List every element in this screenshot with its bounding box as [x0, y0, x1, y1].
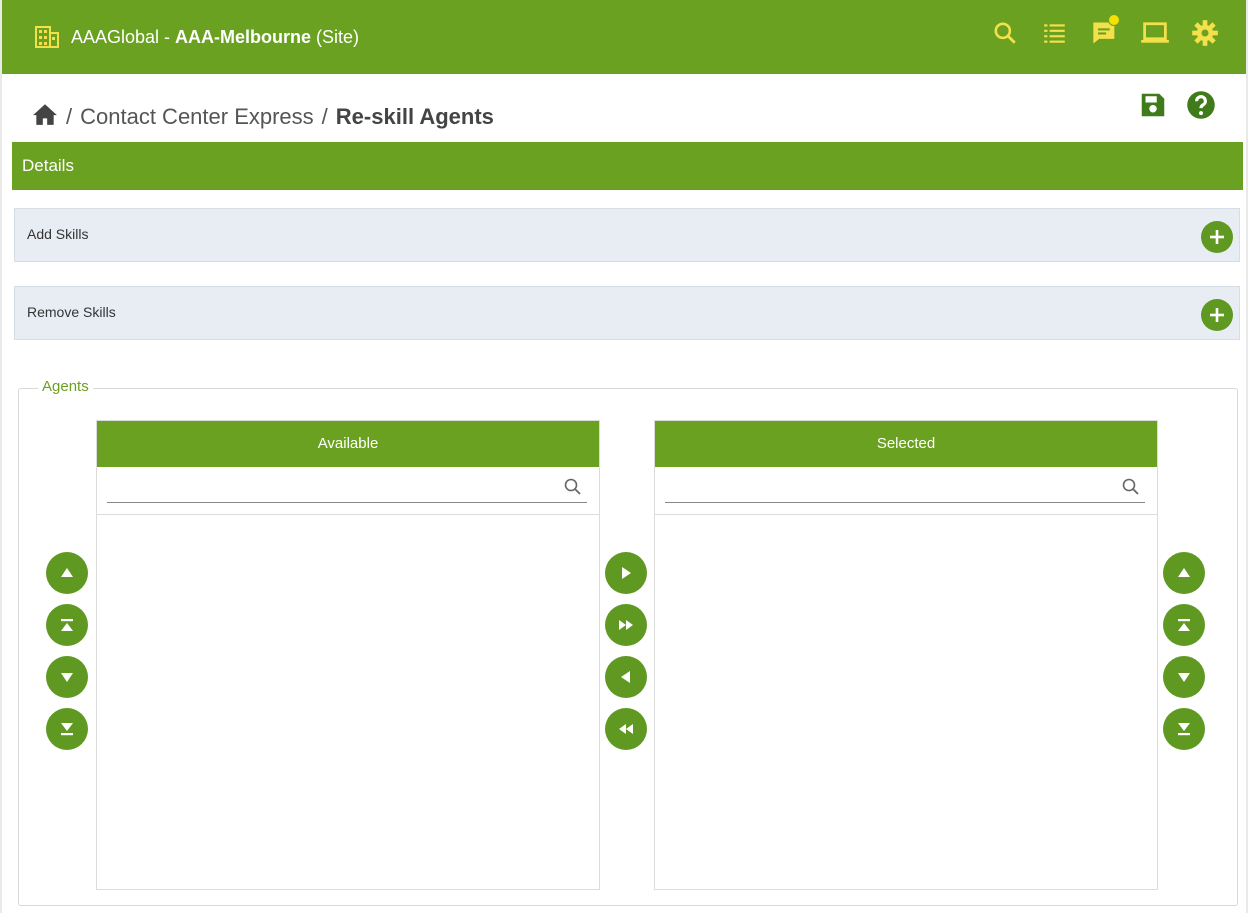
- available-search-input[interactable]: [107, 473, 587, 503]
- triangle-up-icon: [1178, 568, 1190, 577]
- add-skills-label: Add Skills: [27, 226, 89, 242]
- site-title: AAAGlobal - AAA-Melbourne (Site): [71, 27, 359, 48]
- search-icon[interactable]: [1121, 477, 1141, 497]
- gear-icon[interactable]: [1190, 18, 1220, 48]
- available-move-up-button[interactable]: [46, 552, 88, 594]
- home-icon[interactable]: [32, 102, 58, 132]
- add-skills-panel[interactable]: Add Skills: [14, 208, 1240, 262]
- breadcrumb-separator: /: [66, 104, 73, 129]
- top-bar: AAAGlobal - AAA-Melbourne (Site): [2, 0, 1246, 74]
- building-icon: [35, 26, 59, 48]
- available-move-top-button[interactable]: [46, 604, 88, 646]
- triangle-down-icon: [61, 673, 73, 682]
- move-to-top-icon: [61, 619, 73, 631]
- triangle-down-icon: [1178, 673, 1190, 682]
- selected-header: Selected: [655, 421, 1157, 467]
- move-all-left-button[interactable]: [605, 708, 647, 750]
- list-icon[interactable]: [1040, 18, 1070, 48]
- available-move-down-button[interactable]: [46, 656, 88, 698]
- remove-skills-panel[interactable]: Remove Skills: [14, 286, 1240, 340]
- remove-skills-label: Remove Skills: [27, 304, 116, 320]
- save-icon[interactable]: [1138, 90, 1168, 125]
- selected-move-up-button[interactable]: [1163, 552, 1205, 594]
- move-all-right-button[interactable]: [605, 604, 647, 646]
- fast-forward-icon: [619, 620, 633, 630]
- expand-add-skills-button[interactable]: [1201, 221, 1233, 253]
- search-icon[interactable]: [990, 18, 1020, 48]
- chat-icon[interactable]: [1090, 14, 1120, 48]
- breadcrumb-separator: /: [321, 104, 328, 129]
- notification-badge: [1108, 14, 1120, 26]
- selected-move-top-button[interactable]: [1163, 604, 1205, 646]
- details-header: Details: [12, 142, 1243, 190]
- selected-move-bottom-button[interactable]: [1163, 708, 1205, 750]
- site-name: AAA-Melbourne: [175, 26, 312, 47]
- breadcrumb-bar: / Contact Center Express / Re-skill Agen…: [2, 74, 1246, 138]
- main-content: Details Add Skills Remove Skills Agents …: [2, 138, 1246, 913]
- selected-search-input[interactable]: [665, 473, 1145, 503]
- selected-list: Selected: [654, 420, 1158, 890]
- search-icon[interactable]: [563, 477, 583, 497]
- site-suffix: (Site): [311, 26, 360, 47]
- plus-icon: [1210, 230, 1224, 244]
- plus-icon: [1210, 308, 1224, 322]
- help-icon[interactable]: [1186, 90, 1216, 125]
- triangle-right-icon: [622, 567, 631, 579]
- available-header: Available: [97, 421, 599, 467]
- rewind-icon: [619, 724, 633, 734]
- move-to-top-icon: [1178, 619, 1190, 631]
- breadcrumb: / Contact Center Express / Re-skill Agen…: [32, 102, 494, 132]
- available-search: [97, 467, 599, 515]
- selected-search: [655, 467, 1157, 515]
- page-title: Re-skill Agents: [335, 104, 494, 129]
- triangle-left-icon: [621, 671, 630, 683]
- available-move-bottom-button[interactable]: [46, 708, 88, 750]
- triangle-up-icon: [61, 568, 73, 577]
- agents-legend: Agents: [38, 378, 93, 395]
- move-to-bottom-icon: [1178, 723, 1190, 736]
- selected-move-down-button[interactable]: [1163, 656, 1205, 698]
- expand-remove-skills-button[interactable]: [1201, 299, 1233, 331]
- available-list: Available: [96, 420, 600, 890]
- selected-items[interactable]: [655, 515, 1157, 889]
- laptop-icon[interactable]: [1140, 18, 1170, 48]
- move-to-bottom-icon: [61, 723, 73, 736]
- move-selected-left-button[interactable]: [605, 656, 647, 698]
- org-name: AAAGlobal -: [71, 26, 176, 47]
- available-items[interactable]: [97, 515, 599, 889]
- breadcrumb-section[interactable]: Contact Center Express: [80, 104, 314, 130]
- move-selected-right-button[interactable]: [605, 552, 647, 594]
